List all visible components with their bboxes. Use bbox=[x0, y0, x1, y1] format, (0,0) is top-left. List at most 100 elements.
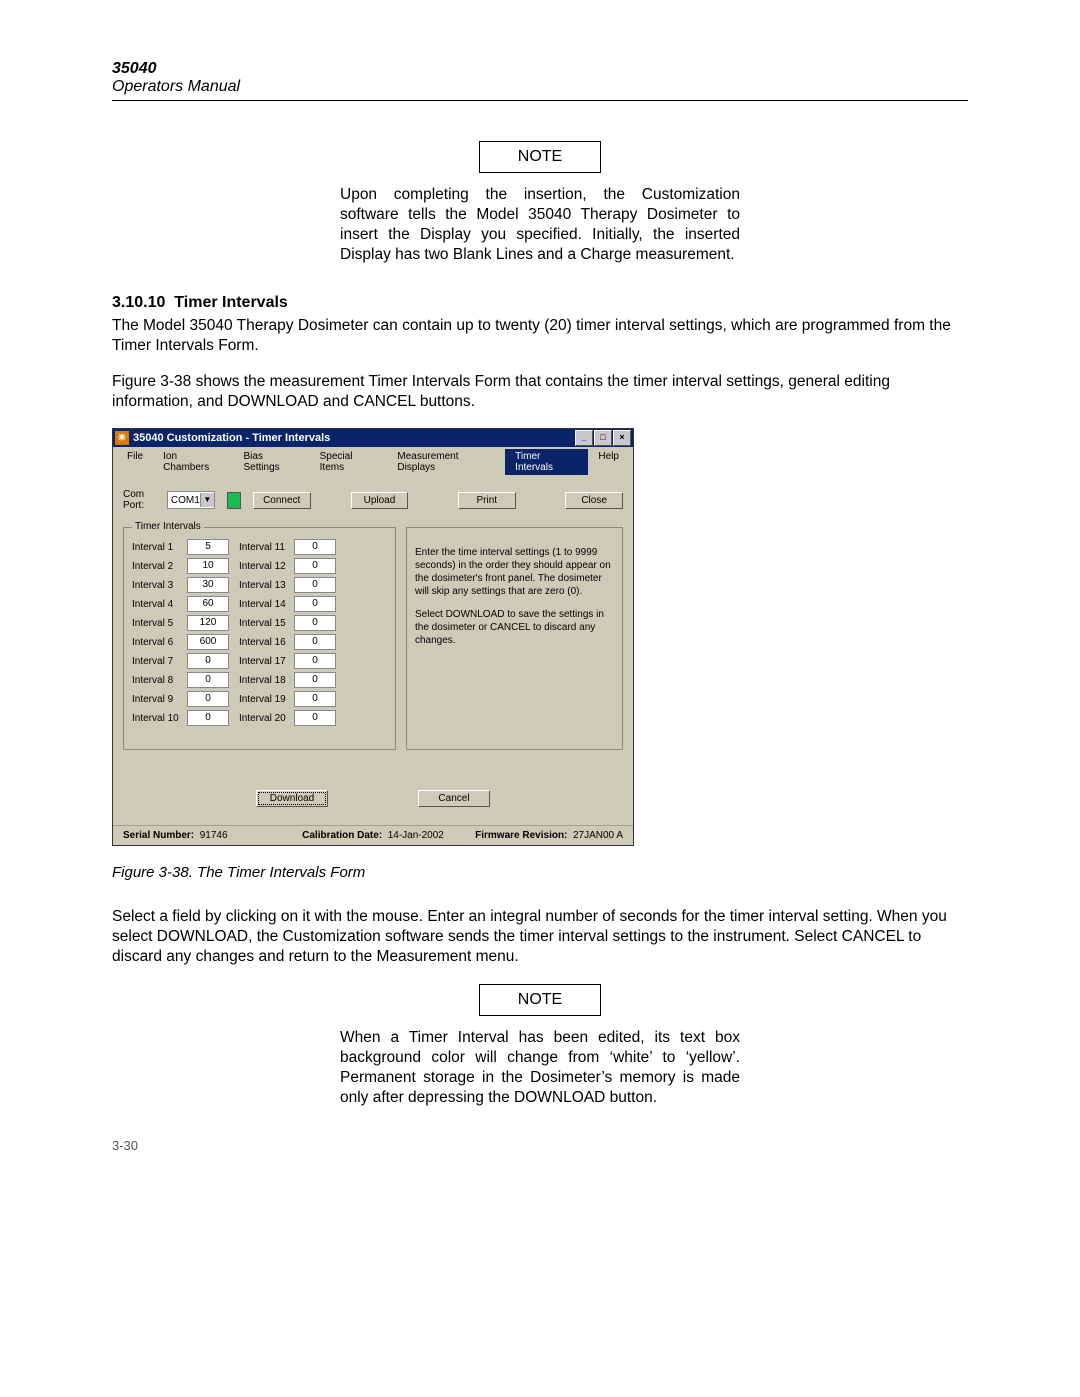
menu-measurement-displays[interactable]: Measurement Displays bbox=[387, 449, 505, 475]
cancel-button[interactable]: Cancel bbox=[418, 790, 490, 807]
interval-field-19[interactable]: 0 bbox=[294, 691, 336, 707]
maximize-icon[interactable]: □ bbox=[594, 430, 612, 446]
interval-label: Interval 8 bbox=[132, 675, 187, 686]
download-button[interactable]: Download bbox=[256, 790, 328, 807]
cal-label: Calibration Date: bbox=[302, 830, 382, 841]
interval-row: Interval 110 bbox=[239, 539, 336, 555]
interval-field-16[interactable]: 0 bbox=[294, 634, 336, 650]
upload-button[interactable]: Upload bbox=[351, 492, 409, 509]
fw-label: Firmware Revision: bbox=[475, 830, 567, 841]
interval-field-9[interactable]: 0 bbox=[187, 691, 229, 707]
paragraph-3: Select a field by clicking on it with th… bbox=[112, 907, 968, 967]
interval-row: Interval 210 bbox=[132, 558, 229, 574]
close-icon[interactable]: × bbox=[613, 430, 631, 446]
interval-row: Interval 170 bbox=[239, 653, 336, 669]
page-header: 35040 Operators Manual bbox=[112, 60, 968, 96]
comport-select[interactable]: COM1 ▼ bbox=[167, 491, 215, 509]
interval-field-12[interactable]: 0 bbox=[294, 558, 336, 574]
info-panel: Enter the time interval settings (1 to 9… bbox=[406, 527, 623, 750]
menu-special-items[interactable]: Special Items bbox=[310, 449, 388, 475]
chevron-down-icon[interactable]: ▼ bbox=[200, 493, 214, 507]
page-number: 3-30 bbox=[112, 1138, 968, 1153]
section-number: 3.10.10 bbox=[112, 294, 165, 311]
interval-label: Interval 13 bbox=[239, 580, 294, 591]
interval-row: Interval 200 bbox=[239, 710, 336, 726]
note-text-2: When a Timer Interval has been edited, i… bbox=[340, 1028, 740, 1109]
interval-label: Interval 15 bbox=[239, 618, 294, 629]
interval-field-5[interactable]: 120 bbox=[187, 615, 229, 631]
interval-row: Interval 5120 bbox=[132, 615, 229, 631]
interval-row: Interval 330 bbox=[132, 577, 229, 593]
interval-field-17[interactable]: 0 bbox=[294, 653, 336, 669]
figure-caption: Figure 3-38. The Timer Intervals Form bbox=[112, 864, 968, 881]
interval-row: Interval 100 bbox=[132, 710, 229, 726]
interval-label: Interval 4 bbox=[132, 599, 187, 610]
interval-row: Interval 15 bbox=[132, 539, 229, 555]
interval-row: Interval 160 bbox=[239, 634, 336, 650]
note-text-1: Upon completing the insertion, the Custo… bbox=[340, 185, 740, 266]
paragraph-1: The Model 35040 Therapy Dosimeter can co… bbox=[112, 316, 968, 356]
groupbox-legend: Timer Intervals bbox=[132, 521, 204, 532]
fw-value: 27JAN00 A bbox=[573, 830, 623, 841]
comport-label: Com Port: bbox=[123, 489, 159, 511]
intervals-groupbox: Timer Intervals Interval 15Interval 210I… bbox=[123, 527, 396, 750]
interval-label: Interval 18 bbox=[239, 675, 294, 686]
header-rule bbox=[112, 100, 968, 101]
paragraph-2: Figure 3-38 shows the measurement Timer … bbox=[112, 372, 968, 412]
menu-ion-chambers[interactable]: Ion Chambers bbox=[153, 449, 233, 475]
interval-row: Interval 80 bbox=[132, 672, 229, 688]
interval-label: Interval 16 bbox=[239, 637, 294, 648]
interval-field-8[interactable]: 0 bbox=[187, 672, 229, 688]
menu-bias-settings[interactable]: Bias Settings bbox=[234, 449, 310, 475]
interval-field-3[interactable]: 30 bbox=[187, 577, 229, 593]
interval-field-14[interactable]: 0 bbox=[294, 596, 336, 612]
interval-label: Interval 20 bbox=[239, 713, 294, 724]
interval-field-11[interactable]: 0 bbox=[294, 539, 336, 555]
connect-button[interactable]: Connect bbox=[253, 492, 311, 509]
interval-label: Interval 3 bbox=[132, 580, 187, 591]
interval-row: Interval 180 bbox=[239, 672, 336, 688]
note-box-1: NOTE bbox=[479, 141, 601, 173]
minimize-icon[interactable]: _ bbox=[575, 430, 593, 446]
section-title: Timer Intervals bbox=[174, 294, 288, 311]
window-title: 35040 Customization - Timer Intervals bbox=[133, 432, 575, 444]
interval-row: Interval 120 bbox=[239, 558, 336, 574]
interval-field-10[interactable]: 0 bbox=[187, 710, 229, 726]
interval-label: Interval 17 bbox=[239, 656, 294, 667]
section-heading: 3.10.10 Timer Intervals bbox=[112, 294, 968, 312]
app-icon: ✴ bbox=[115, 431, 129, 445]
interval-row: Interval 130 bbox=[239, 577, 336, 593]
status-indicator-icon bbox=[227, 492, 241, 509]
interval-row: Interval 140 bbox=[239, 596, 336, 612]
interval-field-7[interactable]: 0 bbox=[187, 653, 229, 669]
interval-field-4[interactable]: 60 bbox=[187, 596, 229, 612]
cal-value: 14-Jan-2002 bbox=[388, 830, 444, 841]
interval-field-2[interactable]: 10 bbox=[187, 558, 229, 574]
note-box-2: NOTE bbox=[479, 984, 601, 1016]
header-manual: Operators Manual bbox=[112, 78, 968, 96]
interval-label: Interval 2 bbox=[132, 561, 187, 572]
interval-field-6[interactable]: 600 bbox=[187, 634, 229, 650]
interval-label: Interval 12 bbox=[239, 561, 294, 572]
interval-field-18[interactable]: 0 bbox=[294, 672, 336, 688]
interval-label: Interval 11 bbox=[239, 542, 294, 553]
print-button[interactable]: Print bbox=[458, 492, 516, 509]
menu-timer-intervals[interactable]: Timer Intervals bbox=[505, 449, 588, 475]
interval-label: Interval 6 bbox=[132, 637, 187, 648]
info-text-2: Select DOWNLOAD to save the settings in … bbox=[415, 608, 614, 647]
titlebar: ✴ 35040 Customization - Timer Intervals … bbox=[113, 429, 633, 447]
interval-field-20[interactable]: 0 bbox=[294, 710, 336, 726]
menu-help[interactable]: Help bbox=[588, 449, 629, 475]
toolbar: Com Port: COM1 ▼ Connect Upload Print Cl… bbox=[113, 477, 633, 523]
interval-field-13[interactable]: 0 bbox=[294, 577, 336, 593]
interval-field-15[interactable]: 0 bbox=[294, 615, 336, 631]
interval-label: Interval 7 bbox=[132, 656, 187, 667]
menu-file[interactable]: File bbox=[117, 449, 153, 475]
interval-row: Interval 460 bbox=[132, 596, 229, 612]
interval-label: Interval 19 bbox=[239, 694, 294, 705]
serial-value: 91746 bbox=[200, 830, 228, 841]
interval-label: Interval 5 bbox=[132, 618, 187, 629]
interval-field-1[interactable]: 5 bbox=[187, 539, 229, 555]
close-button[interactable]: Close bbox=[565, 492, 623, 509]
serial-label: Serial Number: bbox=[123, 830, 194, 841]
